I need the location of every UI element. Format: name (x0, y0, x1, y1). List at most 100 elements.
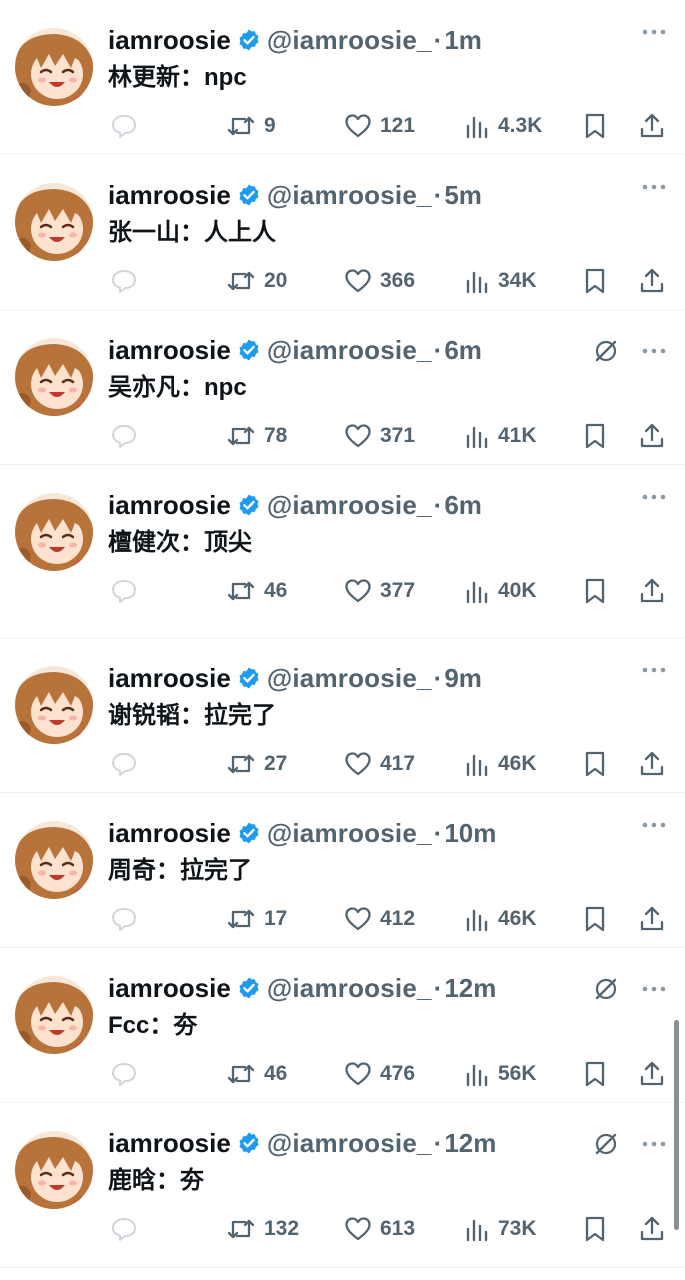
share-button[interactable] (638, 1209, 666, 1249)
views-button[interactable]: 56K (464, 1054, 537, 1094)
retweet-button[interactable]: 132 (226, 1209, 299, 1249)
more-horizontal-icon[interactable] (641, 28, 667, 36)
user-handle[interactable]: @iamroosie_ (267, 332, 432, 368)
reply-button[interactable] (110, 261, 138, 301)
timestamp[interactable]: 10m (444, 815, 496, 851)
reply-button[interactable] (110, 899, 138, 939)
tweet[interactable]: iamroosie @iamroosie_ · 12m (0, 1103, 685, 1268)
share-button[interactable] (638, 416, 666, 456)
timestamp[interactable]: 6m (444, 487, 482, 523)
retweet-button[interactable]: 27 (226, 744, 287, 784)
display-name[interactable]: iamroosie (108, 1125, 231, 1161)
bookmark-button[interactable] (583, 1054, 607, 1094)
avatar[interactable] (15, 338, 93, 416)
like-button[interactable]: 476 (344, 1054, 415, 1094)
more-horizontal-icon[interactable] (641, 1140, 667, 1148)
reply-button[interactable] (110, 744, 138, 784)
tweet[interactable]: iamroosie @iamroosie_ · 12m (0, 948, 685, 1103)
retweet-button[interactable]: 46 (226, 571, 287, 611)
timestamp[interactable]: 9m (444, 660, 482, 696)
views-button[interactable]: 73K (464, 1209, 537, 1249)
more-horizontal-icon[interactable] (641, 493, 667, 501)
display-name[interactable]: iamroosie (108, 660, 231, 696)
retweet-button[interactable]: 17 (226, 899, 287, 939)
like-button[interactable]: 377 (344, 571, 415, 611)
reply-button[interactable] (110, 1054, 138, 1094)
scrollbar[interactable] (674, 1020, 679, 1230)
bookmark-button[interactable] (583, 899, 607, 939)
display-name[interactable]: iamroosie (108, 332, 231, 368)
timestamp[interactable]: 12m (444, 1125, 496, 1161)
bookmark-button[interactable] (583, 106, 607, 146)
avatar[interactable] (15, 666, 93, 744)
more-horizontal-icon[interactable] (641, 985, 667, 993)
user-handle[interactable]: @iamroosie_ (267, 660, 432, 696)
reply-button[interactable] (110, 1209, 138, 1249)
like-button[interactable]: 613 (344, 1209, 415, 1249)
like-button[interactable]: 412 (344, 899, 415, 939)
user-handle[interactable]: @iamroosie_ (267, 815, 432, 851)
views-button[interactable]: 40K (464, 571, 537, 611)
timestamp[interactable]: 6m (444, 332, 482, 368)
display-name[interactable]: iamroosie (108, 22, 231, 58)
timestamp[interactable]: 1m (444, 22, 482, 58)
more-horizontal-icon[interactable] (641, 183, 667, 191)
avatar[interactable] (15, 28, 93, 106)
views-button[interactable]: 4.3K (464, 106, 542, 146)
tweet[interactable]: iamroosie @iamroosie_ · 1m 林更新：npc 9 121… (0, 0, 685, 155)
tweet[interactable]: iamroosie @iamroosie_ · 10m 周奇：拉完了 17 41… (0, 793, 685, 948)
display-name[interactable]: iamroosie (108, 177, 231, 213)
reply-button[interactable] (110, 106, 138, 146)
display-name[interactable]: iamroosie (108, 487, 231, 523)
tweet[interactable]: iamroosie @iamroosie_ · 6m 吴亦凡：npc 78 37… (0, 310, 685, 465)
user-handle[interactable]: @iamroosie_ (267, 970, 432, 1006)
share-button[interactable] (638, 261, 666, 301)
like-button[interactable]: 417 (344, 744, 415, 784)
avatar[interactable] (15, 821, 93, 899)
views-button[interactable]: 46K (464, 744, 537, 784)
user-handle[interactable]: @iamroosie_ (267, 1125, 432, 1161)
tweet[interactable]: iamroosie @iamroosie_ · 5m 张一山：人上人 20 36… (0, 155, 685, 310)
share-button[interactable] (638, 571, 666, 611)
reply-button[interactable] (110, 416, 138, 456)
user-handle[interactable]: @iamroosie_ (267, 487, 432, 523)
bookmark-button[interactable] (583, 416, 607, 456)
bookmark-button[interactable] (583, 261, 607, 301)
display-name[interactable]: iamroosie (108, 815, 231, 851)
like-button[interactable]: 121 (344, 106, 415, 146)
user-handle[interactable]: @iamroosie_ (267, 177, 432, 213)
share-button[interactable] (638, 1054, 666, 1094)
bookmark-button[interactable] (583, 571, 607, 611)
more-horizontal-icon[interactable] (641, 666, 667, 674)
like-button[interactable]: 366 (344, 261, 415, 301)
views-button[interactable]: 41K (464, 416, 537, 456)
views-button[interactable]: 34K (464, 261, 537, 301)
avatar[interactable] (15, 976, 93, 1054)
display-name[interactable]: iamroosie (108, 970, 231, 1006)
retweet-button[interactable]: 78 (226, 416, 287, 456)
avatar[interactable] (15, 1131, 93, 1209)
share-button[interactable] (638, 106, 666, 146)
tweet[interactable]: iamroosie @iamroosie_ · 6m 檀健次：顶尖 46 377… (0, 465, 685, 638)
bookmark-button[interactable] (583, 744, 607, 784)
avatar[interactable] (15, 183, 93, 261)
more-horizontal-icon[interactable] (641, 821, 667, 829)
like-button[interactable]: 371 (344, 416, 415, 456)
avatar[interactable] (15, 493, 93, 571)
grok-icon[interactable] (593, 1131, 619, 1157)
share-button[interactable] (638, 899, 666, 939)
tweet[interactable]: iamroosie @iamroosie_ · 9m 谢锐韬：拉完了 27 41… (0, 638, 685, 793)
more-horizontal-icon[interactable] (641, 347, 667, 355)
retweet-button[interactable]: 46 (226, 1054, 287, 1094)
grok-icon[interactable] (593, 976, 619, 1002)
reply-button[interactable] (110, 571, 138, 611)
retweet-button[interactable]: 20 (226, 261, 287, 301)
user-handle[interactable]: @iamroosie_ (267, 22, 432, 58)
views-button[interactable]: 46K (464, 899, 537, 939)
timestamp[interactable]: 12m (444, 970, 496, 1006)
timestamp[interactable]: 5m (444, 177, 482, 213)
retweet-button[interactable]: 9 (226, 106, 276, 146)
share-button[interactable] (638, 744, 666, 784)
bookmark-button[interactable] (583, 1209, 607, 1249)
grok-icon[interactable] (593, 338, 619, 364)
